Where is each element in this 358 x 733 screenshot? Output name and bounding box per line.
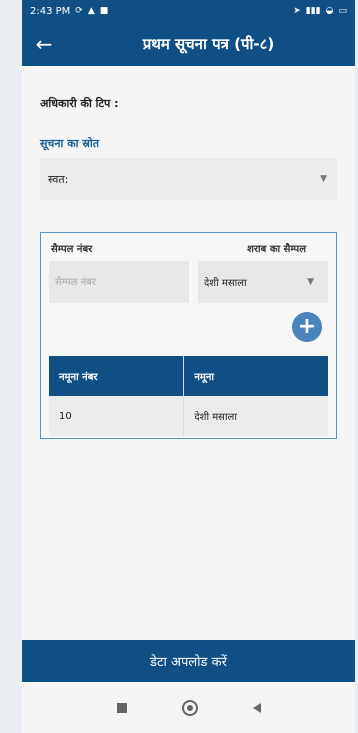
liquor-sample-value: देशी मसाला	[204, 278, 247, 289]
phone-screen: 2:43 PM ⟳ ▲ ■ ➤ ▮▮▮ ◒ ▭ ← प्रथम सूचना पत…	[22, 0, 355, 733]
back-triangle-icon[interactable]	[252, 702, 261, 713]
wifi-icon: ◒	[325, 6, 334, 16]
cell-sample: देशी मसाला	[183, 396, 328, 436]
backdrop-left	[0, 0, 22, 733]
table-header-row: नमूना नंबर नमूना	[49, 356, 328, 396]
sample-number-label: सैम्पल नंबर	[51, 244, 93, 255]
sample-number-input[interactable]	[49, 261, 189, 303]
liquor-sample-label: शराब का सैम्पल	[247, 244, 306, 255]
signal-icon: ▮▮▮	[305, 6, 321, 16]
samples-table: नमूना नंबर नमूना 10 देशी मसाला	[49, 356, 328, 436]
info-source-dropdown[interactable]: स्वत: ▼	[40, 158, 337, 200]
recents-icon[interactable]	[116, 702, 127, 713]
status-time: 2:43 PM	[30, 5, 71, 17]
form-content: अधिकारी की टिप : सूचना का स्रोत स्वत: ▼ …	[22, 96, 355, 439]
back-arrow-icon[interactable]: ←	[22, 22, 66, 66]
column-header-sample-number: नमूना नंबर	[49, 356, 184, 396]
cell-sample-number: 10	[49, 396, 184, 436]
column-header-sample: नमूना	[183, 356, 328, 396]
page-title: प्रथम सूचना पत्र (पी-८)	[142, 35, 275, 53]
battery-icon: ▭	[338, 6, 347, 16]
location-icon: ➤	[293, 6, 301, 16]
sample-card: सैम्पल नंबर शराब का सैम्पल देशी मसाला ▼ …	[40, 232, 337, 439]
chevron-down-icon: ▼	[320, 174, 327, 184]
upload-data-button[interactable]: डेटा अपलोड करें	[22, 640, 355, 682]
chevron-down-icon: ▼	[307, 277, 314, 287]
info-source-label: सूचना का स्रोत	[40, 137, 99, 150]
add-sample-button[interactable]: +	[292, 312, 322, 342]
notification-icon: ▲	[87, 6, 95, 16]
officer-tip-label: अधिकारी की टिप :	[40, 97, 119, 110]
app-bar: ← प्रथम सूचना पत्र (पी-८)	[22, 22, 355, 66]
app-notification-icon: ■	[99, 6, 109, 16]
sync-icon: ⟳	[75, 6, 83, 16]
plus-icon: +	[297, 314, 317, 339]
status-bar: 2:43 PM ⟳ ▲ ■ ➤ ▮▮▮ ◒ ▭	[22, 0, 355, 22]
liquor-sample-dropdown[interactable]: देशी मसाला ▼	[198, 261, 328, 303]
info-source-value: स्वत:	[48, 172, 69, 186]
table-row[interactable]: 10 देशी मसाला	[49, 396, 328, 436]
system-nav-bar	[22, 682, 355, 733]
home-icon[interactable]	[181, 699, 198, 716]
